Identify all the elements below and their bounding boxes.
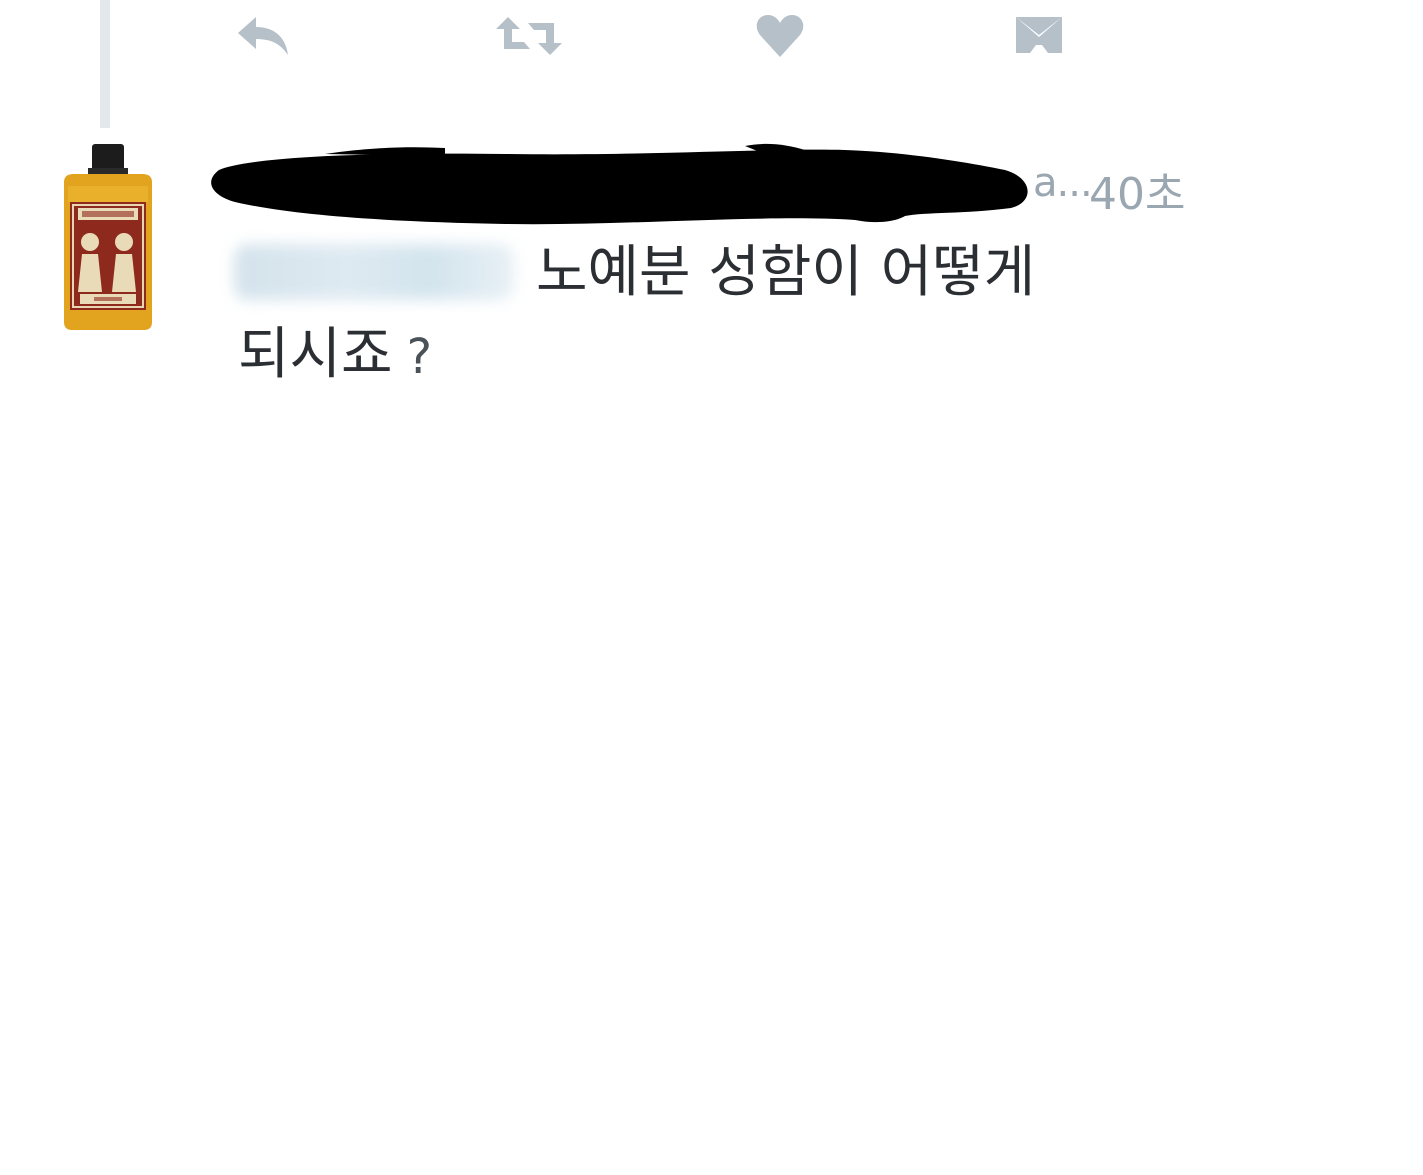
- redacted-username-scribble: [211, 143, 1028, 225]
- tweet-header: a... 40초: [205, 140, 1215, 230]
- tweet-timestamp[interactable]: 40초: [1089, 158, 1185, 222]
- tweet-text-line-2: 되시죠?: [238, 314, 1138, 398]
- author-name-truncated: a...: [1033, 160, 1093, 206]
- tweet-text-question-mark: ?: [406, 329, 433, 385]
- heart-icon[interactable]: [745, 8, 815, 64]
- envelope-icon[interactable]: [1004, 8, 1074, 64]
- retweet-icon[interactable]: [494, 8, 564, 64]
- avatar[interactable]: [58, 142, 158, 334]
- tweet-text: 노예분 성함이 어떻게 되시죠?: [238, 232, 1138, 398]
- reply-icon[interactable]: [228, 8, 298, 64]
- tweet-action-bar: [0, 8, 1423, 68]
- tweet-text-line-2-words: 되시죠: [238, 322, 393, 387]
- tweet-text-line-1: 노예분 성함이 어떻게: [536, 240, 1036, 305]
